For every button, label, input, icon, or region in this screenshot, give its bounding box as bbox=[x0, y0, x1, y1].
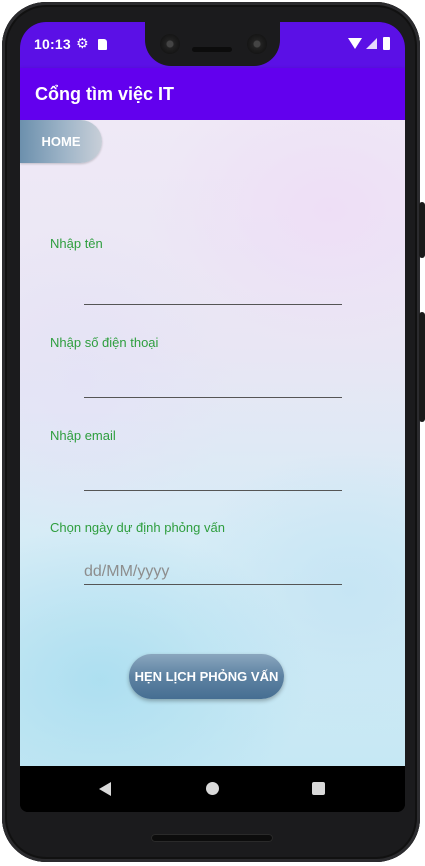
signal-icon bbox=[366, 38, 377, 49]
screen: 10:13 ⚙ Cổng tìm việc IT HOME Nhập tên N… bbox=[20, 22, 405, 812]
email-input[interactable] bbox=[84, 461, 342, 491]
battery-icon bbox=[383, 37, 390, 50]
recents-icon[interactable] bbox=[312, 782, 325, 795]
camera-notch bbox=[145, 22, 280, 66]
earpiece-speaker bbox=[192, 47, 232, 52]
schedule-interview-button[interactable]: HẸN LỊCH PHỎNG VẤN bbox=[129, 654, 284, 699]
app-bar: Cổng tìm việc IT bbox=[20, 68, 405, 120]
home-button[interactable]: HOME bbox=[20, 120, 102, 163]
phone-input[interactable] bbox=[84, 368, 342, 398]
volume-button bbox=[419, 312, 425, 422]
wifi-icon bbox=[348, 38, 362, 49]
phone-label: Nhập số điện thoại bbox=[50, 335, 159, 350]
name-input[interactable] bbox=[84, 275, 342, 305]
gear-icon: ⚙ bbox=[76, 35, 89, 51]
sd-card-icon bbox=[98, 39, 107, 50]
power-button bbox=[419, 202, 425, 258]
home-icon[interactable] bbox=[206, 782, 219, 795]
name-label: Nhập tên bbox=[50, 236, 103, 251]
status-time: 10:13 bbox=[34, 36, 71, 52]
navigation-bar bbox=[20, 766, 405, 812]
front-camera-icon bbox=[247, 34, 267, 54]
bottom-speaker bbox=[151, 834, 273, 842]
back-icon[interactable] bbox=[99, 782, 111, 796]
content-area: HOME Nhập tên Nhập số điện thoại Nhập em… bbox=[20, 120, 405, 766]
email-label: Nhập email bbox=[50, 428, 116, 443]
front-camera-icon bbox=[160, 34, 180, 54]
phone-frame: 10:13 ⚙ Cổng tìm việc IT HOME Nhập tên N… bbox=[2, 2, 425, 862]
date-label: Chọn ngày dự định phỏng vấn bbox=[50, 520, 225, 535]
date-placeholder: dd/MM/yyyy bbox=[84, 563, 170, 580]
app-title: Cổng tìm việc IT bbox=[35, 84, 175, 104]
